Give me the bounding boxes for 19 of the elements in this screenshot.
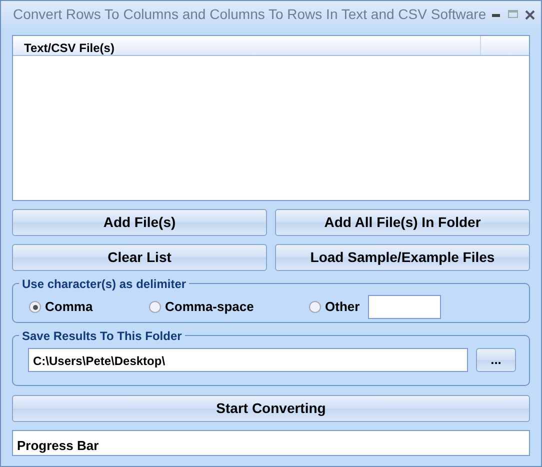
action-button[interactable]: Load Sample/Example Files: [275, 244, 530, 271]
action-button[interactable]: Add File(s): [12, 209, 267, 236]
folder-path-field[interactable]: C:\Users\Pete\Desktop\: [28, 348, 468, 372]
action-button[interactable]: Clear List: [12, 244, 267, 271]
close-icon: [525, 10, 536, 20]
radio-button[interactable]: [309, 301, 321, 313]
start-converting-button[interactable]: Start Converting: [12, 395, 530, 422]
maximize-icon: [508, 10, 520, 19]
window-title: Convert Rows To Columns and Columns To Rows In Text and CSV Software: [13, 5, 486, 24]
radio-label[interactable]: Comma: [45, 297, 93, 317]
minimize-icon: [492, 12, 502, 16]
radio-button[interactable]: [29, 301, 41, 313]
other-delimiter-field[interactable]: [368, 295, 441, 319]
action-button[interactable]: Add All File(s) In Folder: [275, 209, 530, 236]
radio-label[interactable]: Comma-space: [165, 297, 254, 317]
browse-button[interactable]: ...: [476, 348, 516, 372]
radio-button[interactable]: [149, 301, 161, 313]
radio-label[interactable]: Other: [325, 297, 360, 317]
file-list[interactable]: Text/CSV File(s): [12, 35, 530, 201]
